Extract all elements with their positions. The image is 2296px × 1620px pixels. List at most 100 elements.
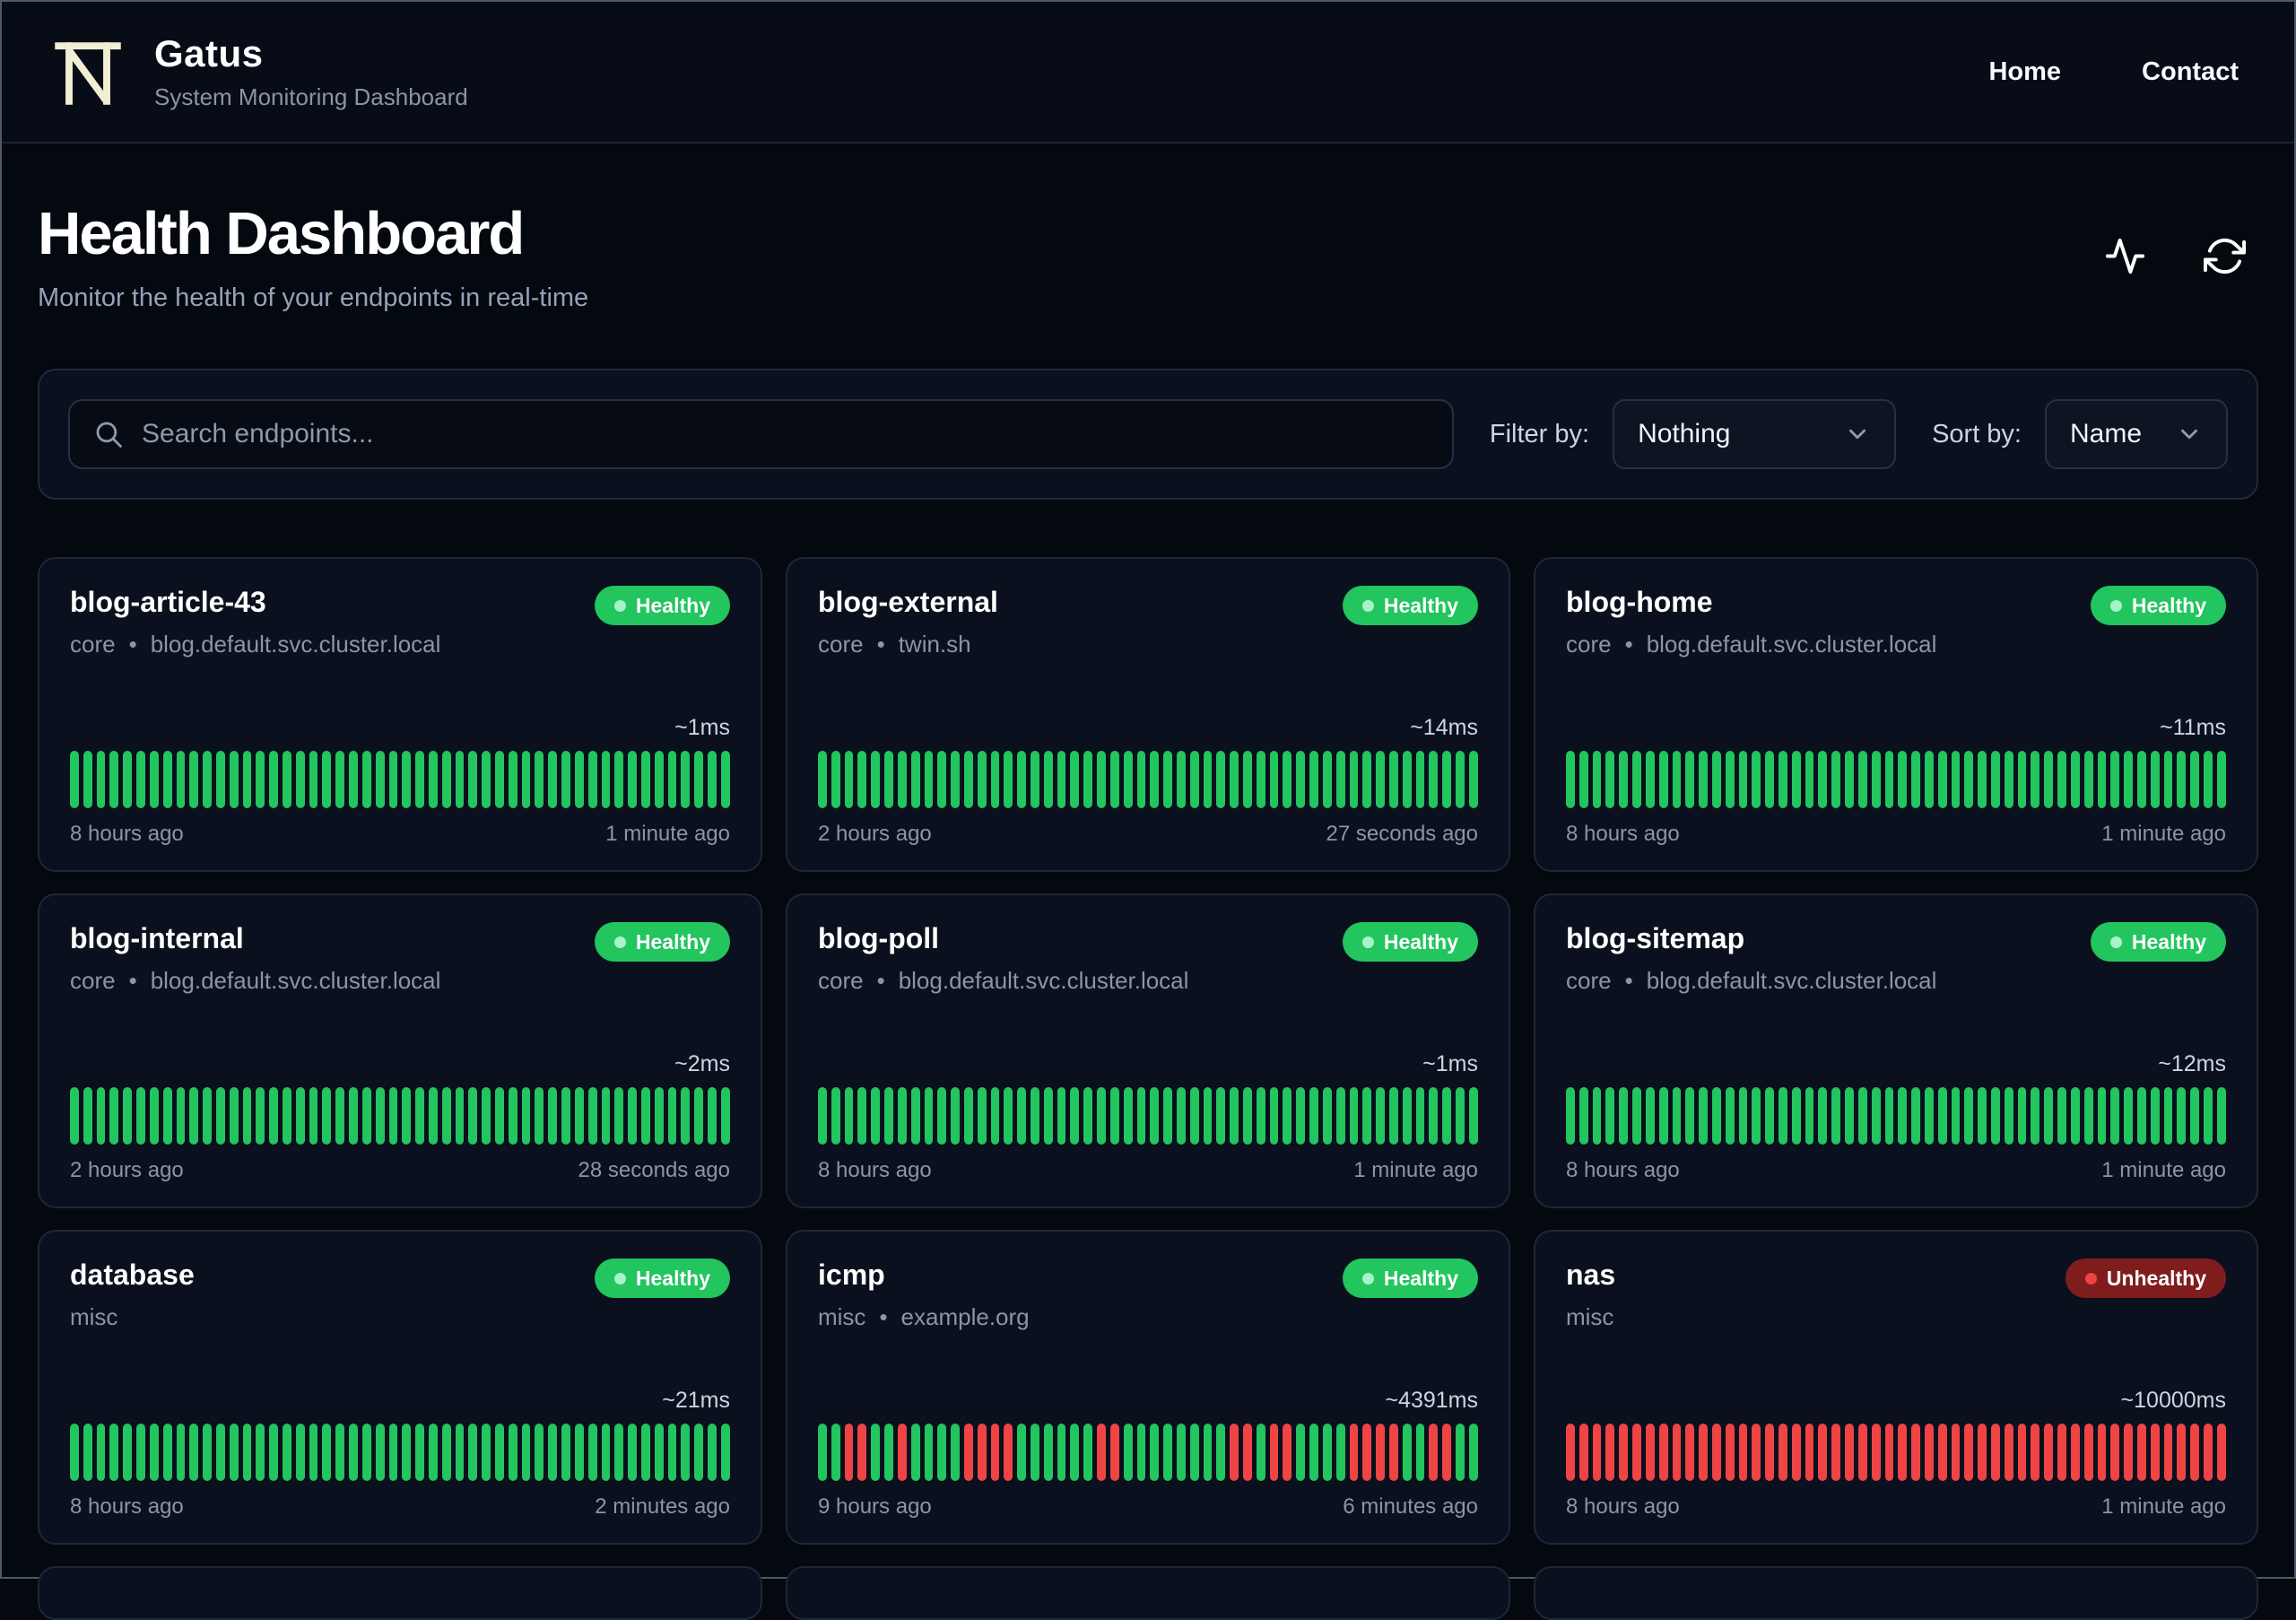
uptime-bar[interactable] bbox=[2083, 1087, 2093, 1145]
uptime-bar[interactable] bbox=[96, 1087, 106, 1145]
uptime-bar[interactable] bbox=[189, 1087, 199, 1145]
uptime-bar[interactable] bbox=[1738, 1424, 1748, 1481]
uptime-bar[interactable] bbox=[1189, 1087, 1199, 1145]
uptime-bar[interactable] bbox=[123, 1087, 133, 1145]
uptime-bar[interactable] bbox=[428, 751, 438, 808]
uptime-bar[interactable] bbox=[2150, 1087, 2160, 1145]
uptime-bar[interactable] bbox=[654, 751, 664, 808]
uptime-bar[interactable] bbox=[640, 1424, 650, 1481]
uptime-bar[interactable] bbox=[681, 1087, 691, 1145]
uptime-bar[interactable] bbox=[482, 1087, 491, 1145]
uptime-bar[interactable] bbox=[441, 751, 451, 808]
uptime-bar[interactable] bbox=[871, 1087, 881, 1145]
uptime-bar[interactable] bbox=[123, 751, 133, 808]
filter-select[interactable]: Nothing bbox=[1613, 399, 1897, 469]
uptime-bar[interactable] bbox=[535, 1087, 544, 1145]
uptime-bar[interactable] bbox=[1442, 1424, 1451, 1481]
uptime-bar[interactable] bbox=[256, 1087, 265, 1145]
uptime-bar[interactable] bbox=[2190, 751, 2199, 808]
uptime-bar[interactable] bbox=[1109, 751, 1119, 808]
uptime-bar[interactable] bbox=[1376, 1087, 1385, 1145]
uptime-bar[interactable] bbox=[1097, 1424, 1106, 1481]
uptime-bar[interactable] bbox=[628, 1087, 637, 1145]
uptime-bar[interactable] bbox=[1150, 1087, 1160, 1145]
uptime-bar[interactable] bbox=[322, 751, 332, 808]
uptime-bar[interactable] bbox=[1991, 1087, 2000, 1145]
uptime-bar[interactable] bbox=[1216, 1087, 1226, 1145]
uptime-bar[interactable] bbox=[1699, 1087, 1708, 1145]
uptime-bar[interactable] bbox=[361, 1424, 371, 1481]
brand[interactable]: Gatus System Monitoring Dashboard bbox=[48, 32, 468, 111]
uptime-bar[interactable] bbox=[2044, 1087, 2054, 1145]
uptime-bar[interactable] bbox=[1176, 1087, 1186, 1145]
uptime-bar[interactable] bbox=[1884, 1087, 1894, 1145]
uptime-bar[interactable] bbox=[818, 751, 827, 808]
uptime-bar[interactable] bbox=[1725, 751, 1735, 808]
uptime-bar[interactable] bbox=[495, 1087, 504, 1145]
uptime-bar[interactable] bbox=[309, 751, 318, 808]
uptime-bar[interactable] bbox=[2097, 751, 2107, 808]
uptime-bar[interactable] bbox=[574, 751, 584, 808]
nav-link-contact[interactable]: Contact bbox=[2142, 57, 2239, 87]
uptime-bar[interactable] bbox=[1017, 1087, 1026, 1145]
uptime-bar[interactable] bbox=[990, 1424, 1000, 1481]
uptime-bar[interactable] bbox=[1043, 1087, 1053, 1145]
uptime-bar[interactable] bbox=[963, 1424, 973, 1481]
uptime-bar[interactable] bbox=[561, 751, 570, 808]
uptime-bar[interactable] bbox=[1791, 751, 1801, 808]
uptime-bar[interactable] bbox=[415, 1424, 424, 1481]
uptime-bar[interactable] bbox=[640, 1087, 650, 1145]
uptime-bar[interactable] bbox=[1592, 1087, 1602, 1145]
uptime-bar[interactable] bbox=[831, 1424, 840, 1481]
uptime-bar[interactable] bbox=[1269, 1424, 1279, 1481]
uptime-bar[interactable] bbox=[708, 751, 717, 808]
uptime-bar[interactable] bbox=[1057, 751, 1066, 808]
uptime-bar[interactable] bbox=[1150, 1424, 1160, 1481]
uptime-bar[interactable] bbox=[468, 751, 478, 808]
uptime-bar[interactable] bbox=[1468, 1087, 1478, 1145]
uptime-bar[interactable] bbox=[1752, 1424, 1761, 1481]
uptime-bar[interactable] bbox=[1376, 1424, 1385, 1481]
uptime-bar[interactable] bbox=[203, 1424, 212, 1481]
uptime-bar[interactable] bbox=[1216, 751, 1226, 808]
uptime-bar[interactable] bbox=[897, 1424, 907, 1481]
uptime-bar[interactable] bbox=[388, 1424, 398, 1481]
uptime-bar[interactable] bbox=[1269, 1087, 1279, 1145]
uptime-bar[interactable] bbox=[1871, 751, 1881, 808]
uptime-bar[interactable] bbox=[402, 751, 412, 808]
uptime-bar[interactable] bbox=[2177, 751, 2187, 808]
uptime-bar[interactable] bbox=[1362, 1087, 1372, 1145]
uptime-bar[interactable] bbox=[2097, 1087, 2107, 1145]
uptime-bar[interactable] bbox=[1203, 1087, 1213, 1145]
uptime-bar[interactable] bbox=[708, 1087, 717, 1145]
uptime-bar[interactable] bbox=[2124, 1087, 2133, 1145]
uptime-bar[interactable] bbox=[937, 751, 947, 808]
uptime-bar[interactable] bbox=[441, 1087, 451, 1145]
uptime-bar[interactable] bbox=[1937, 1087, 1947, 1145]
uptime-bar[interactable] bbox=[203, 751, 212, 808]
uptime-bar[interactable] bbox=[215, 1424, 225, 1481]
uptime-bar[interactable] bbox=[897, 1087, 907, 1145]
uptime-bar[interactable] bbox=[977, 1424, 987, 1481]
uptime-bar[interactable] bbox=[1645, 1087, 1655, 1145]
uptime-bar[interactable] bbox=[2110, 1087, 2120, 1145]
uptime-bar[interactable] bbox=[694, 1087, 703, 1145]
uptime-bar[interactable] bbox=[910, 1424, 920, 1481]
uptime-bar[interactable] bbox=[1738, 1087, 1748, 1145]
uptime-bar[interactable] bbox=[1619, 1424, 1629, 1481]
uptime-bar[interactable] bbox=[1632, 751, 1641, 808]
uptime-bar[interactable] bbox=[844, 751, 854, 808]
uptime-bar[interactable] bbox=[83, 751, 92, 808]
endpoint-card[interactable]: database misc Healthy ~21ms 8 hours ago … bbox=[38, 1230, 762, 1545]
uptime-bar[interactable] bbox=[269, 1424, 278, 1481]
uptime-bar[interactable] bbox=[1632, 1087, 1641, 1145]
uptime-bar[interactable] bbox=[2136, 751, 2146, 808]
uptime-bar[interactable] bbox=[375, 1424, 385, 1481]
uptime-bar[interactable] bbox=[455, 751, 465, 808]
endpoint-card[interactable]: icmp misc • example.org Healthy ~4391ms … bbox=[786, 1230, 1510, 1545]
uptime-bar[interactable] bbox=[2163, 751, 2173, 808]
uptime-bar[interactable] bbox=[2057, 1424, 2066, 1481]
uptime-bar[interactable] bbox=[295, 751, 305, 808]
uptime-bar[interactable] bbox=[951, 1424, 960, 1481]
uptime-bar[interactable] bbox=[402, 1424, 412, 1481]
